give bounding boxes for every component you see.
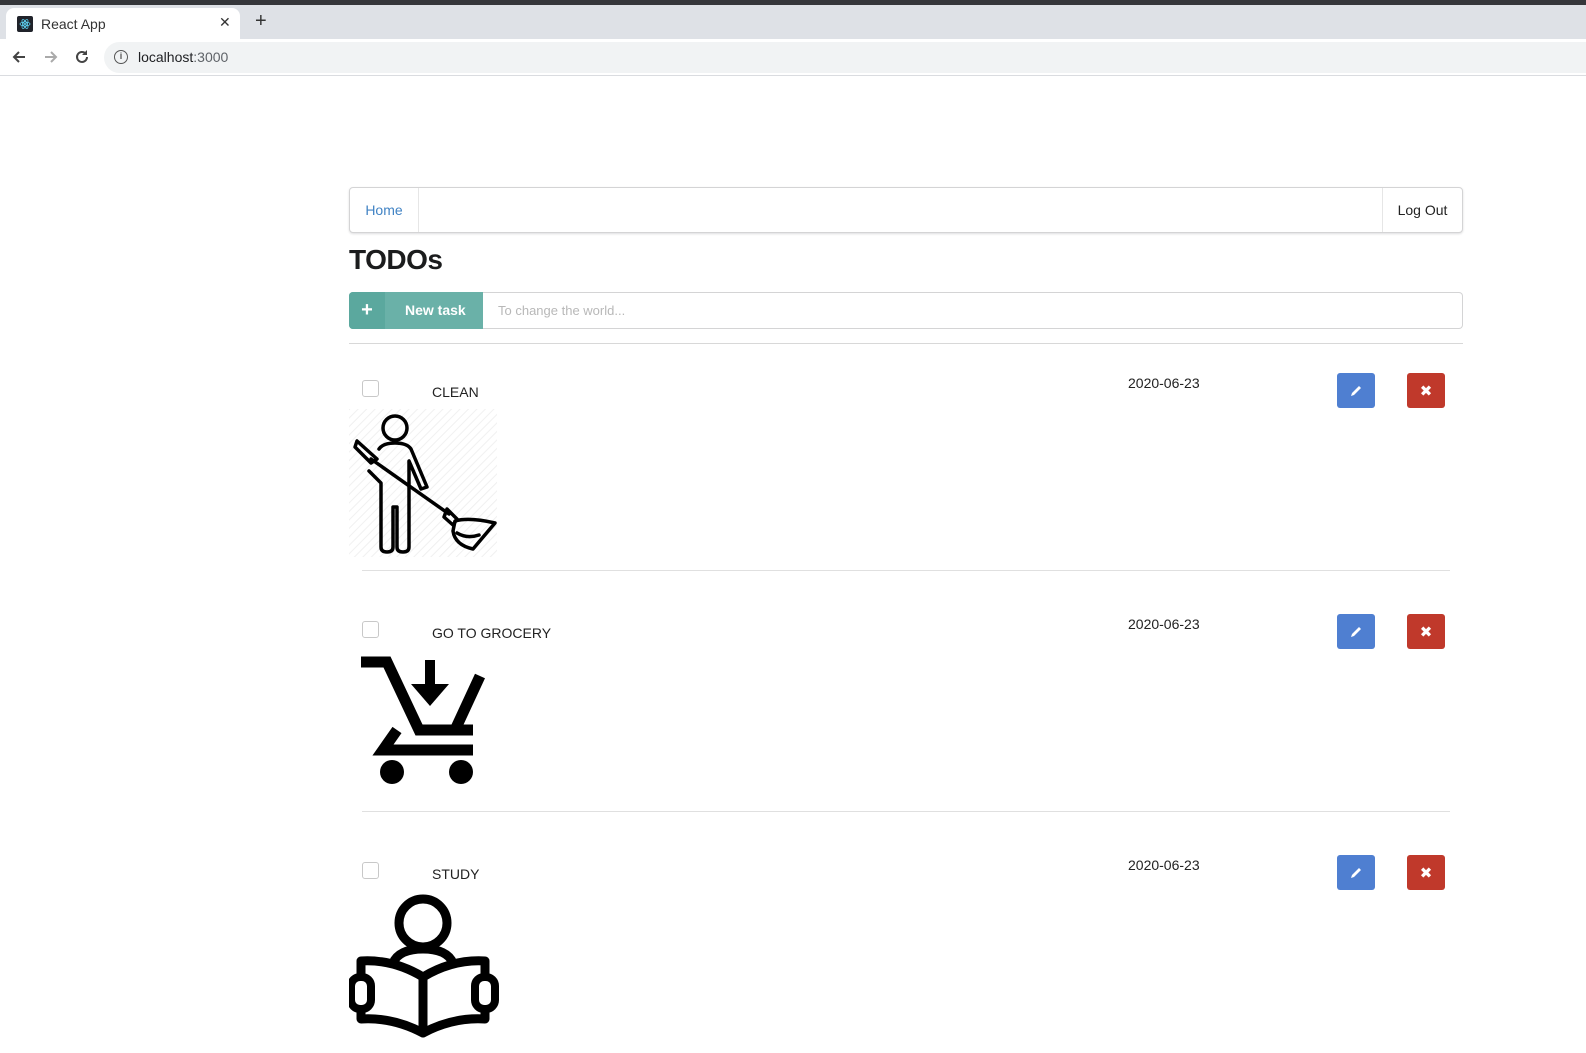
- edit-button[interactable]: [1337, 855, 1375, 890]
- todo-checkbox[interactable]: [362, 621, 379, 638]
- todo-item: CLEAN 2020-06-23 ✖: [349, 187, 1463, 571]
- todo-title: GO TO GROCERY: [432, 625, 552, 641]
- back-arrow-icon[interactable]: [8, 46, 30, 68]
- reading-person-icon: [349, 894, 499, 1038]
- edit-button[interactable]: [1337, 373, 1375, 408]
- pencil-icon: [1351, 867, 1361, 878]
- edit-button[interactable]: [1337, 614, 1375, 649]
- todo-title: CLEAN: [432, 384, 479, 400]
- tab-bar: React App ✕ +: [0, 5, 1586, 39]
- close-icon: ✖: [1419, 382, 1433, 400]
- address-bar[interactable]: i localhost:3000: [104, 42, 1586, 73]
- delete-button[interactable]: ✖: [1407, 614, 1445, 649]
- todo-checkbox[interactable]: [362, 862, 379, 879]
- delete-button[interactable]: ✖: [1407, 855, 1445, 890]
- tab-title: React App: [41, 16, 106, 32]
- todo-date: 2020-06-23: [1128, 616, 1200, 632]
- todo-date: 2020-06-23: [1128, 857, 1200, 873]
- pencil-icon: [1351, 626, 1361, 637]
- url-text: localhost:3000: [138, 49, 229, 65]
- pencil-icon: [1351, 385, 1361, 396]
- todo-date: 2020-06-23: [1128, 375, 1200, 391]
- info-icon[interactable]: i: [114, 50, 128, 64]
- reload-icon[interactable]: [71, 46, 93, 68]
- close-icon: ✖: [1419, 864, 1433, 882]
- react-favicon-icon: [17, 16, 33, 32]
- new-tab-button[interactable]: +: [255, 11, 267, 31]
- app-container: Home Log Out TODOs + New task CLEAN 2020…: [349, 187, 1463, 1038]
- tab-close-icon[interactable]: ✕: [219, 14, 231, 31]
- todo-checkbox[interactable]: [362, 380, 379, 397]
- todo-item: GO TO GROCERY 2020-06-23 ✖: [349, 428, 1463, 812]
- browser-toolbar: i localhost:3000: [0, 39, 1586, 76]
- browser-tab[interactable]: React App ✕: [6, 8, 240, 39]
- delete-button[interactable]: ✖: [1407, 373, 1445, 408]
- forward-arrow-icon[interactable]: [40, 46, 62, 68]
- todo-item: STUDY 2020-06-23 ✖: [349, 669, 1463, 1038]
- todo-title: STUDY: [432, 866, 480, 882]
- close-icon: ✖: [1419, 623, 1433, 641]
